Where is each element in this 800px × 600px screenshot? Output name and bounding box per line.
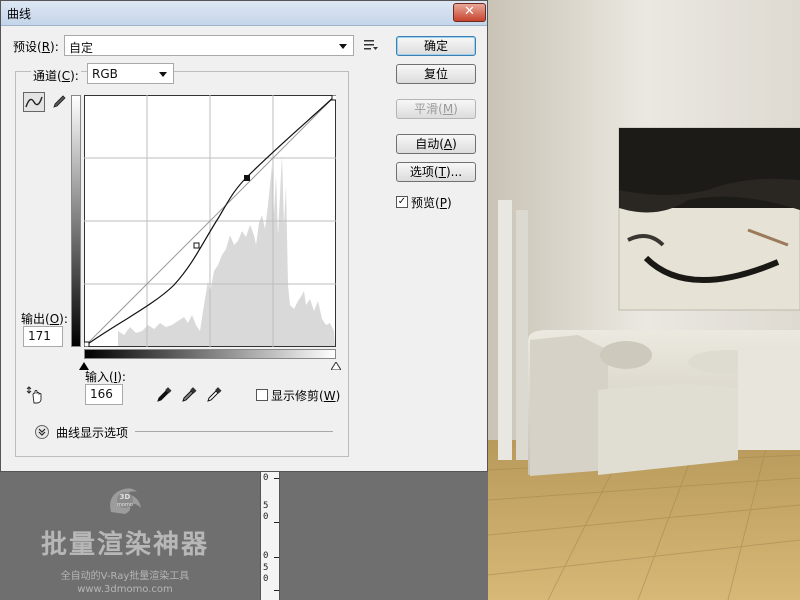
expand-button[interactable] xyxy=(35,425,49,439)
smooth-button[interactable]: 平滑(M) xyxy=(396,99,476,119)
curve-tool-button[interactable] xyxy=(23,92,45,112)
title-bar: 曲线 ✕ xyxy=(1,1,487,26)
show-clipping-checkbox[interactable] xyxy=(256,389,268,401)
gray-eyedropper-icon[interactable] xyxy=(181,387,197,403)
curve-point-selected xyxy=(244,175,250,181)
preset-value: 自定 xyxy=(69,41,94,55)
ruler-label: 0 xyxy=(263,551,269,561)
ruler-label: 5 xyxy=(263,501,269,511)
auto-button[interactable]: 自动(A) xyxy=(396,134,476,154)
ruler-label: 0 xyxy=(263,512,269,522)
preview-checkbox[interactable]: ✓ xyxy=(396,196,408,208)
preset-label: 预设(R): xyxy=(13,40,59,54)
ruler-label: 0 xyxy=(263,473,269,483)
dialog-title: 曲线 xyxy=(7,7,32,21)
input-label: 输入(I): xyxy=(85,370,126,384)
reset-button[interactable]: 复位 xyxy=(396,64,476,84)
watermark-title: 批量渲染神器 xyxy=(40,530,209,560)
ruler-label: 5 xyxy=(263,563,269,573)
curve-endpoint xyxy=(83,341,90,348)
on-image-adjust-icon[interactable] xyxy=(25,385,45,405)
watermark-subtitle: 全自动的V-Ray批量渲染工具 xyxy=(60,571,190,582)
output-field[interactable]: 171 xyxy=(23,326,63,347)
close-button[interactable]: ✕ xyxy=(453,3,486,22)
expand-icon xyxy=(38,428,46,436)
preset-select[interactable]: 自定 xyxy=(64,35,354,56)
white-point-slider[interactable] xyxy=(330,359,342,373)
show-clipping-label: 显示修剪(W) xyxy=(271,389,341,403)
curve-point xyxy=(193,242,200,249)
input-gradient-bar xyxy=(84,349,336,359)
input-field[interactable]: 166 xyxy=(85,384,123,405)
chevron-down-icon xyxy=(339,44,347,49)
curve-endpoint xyxy=(331,94,338,101)
preview-label: 预览(P) xyxy=(411,196,452,210)
output-gradient-bar xyxy=(71,95,81,347)
close-icon: ✕ xyxy=(464,4,475,19)
channel-label: 通道(C): xyxy=(31,67,81,84)
ruler-label: 0 xyxy=(263,574,269,584)
room-photo xyxy=(488,0,800,600)
channel-select[interactable]: RGB xyxy=(87,63,174,84)
svg-text:momo: momo xyxy=(117,502,133,508)
svg-text:3D: 3D xyxy=(120,493,131,501)
divider xyxy=(135,431,333,432)
pencil-icon[interactable] xyxy=(51,94,67,110)
chevron-down-icon xyxy=(159,72,167,77)
watermark: 3D momo 批量渲染神器 全自动的V-Ray批量渲染工具 www.3dmom… xyxy=(0,482,250,595)
preset-menu-icon[interactable] xyxy=(363,38,379,52)
curve-options-label: 曲线显示选项 xyxy=(56,426,129,440)
ok-button[interactable]: 确定 xyxy=(396,36,476,56)
white-eyedropper-icon[interactable] xyxy=(206,387,222,403)
vertical-ruler: 0 5 0 0 5 0 xyxy=(260,472,280,600)
watermark-logo: 3D momo xyxy=(101,482,149,518)
watermark-url: www.3dmomo.com xyxy=(77,584,173,595)
check-icon: ✓ xyxy=(397,196,407,207)
options-button[interactable]: 选项(T)... xyxy=(396,162,476,182)
curve-graph[interactable] xyxy=(83,94,338,348)
black-eyedropper-icon[interactable] xyxy=(156,387,172,403)
output-label: 输出(O): xyxy=(21,312,68,326)
channel-value: RGB xyxy=(92,67,118,81)
curves-dialog: 曲线 ✕ 预设(R): 自定 确定 复位 平滑(M) 自动(A) 选项(T)..… xyxy=(0,0,488,472)
curve-tool-icon xyxy=(25,96,43,108)
